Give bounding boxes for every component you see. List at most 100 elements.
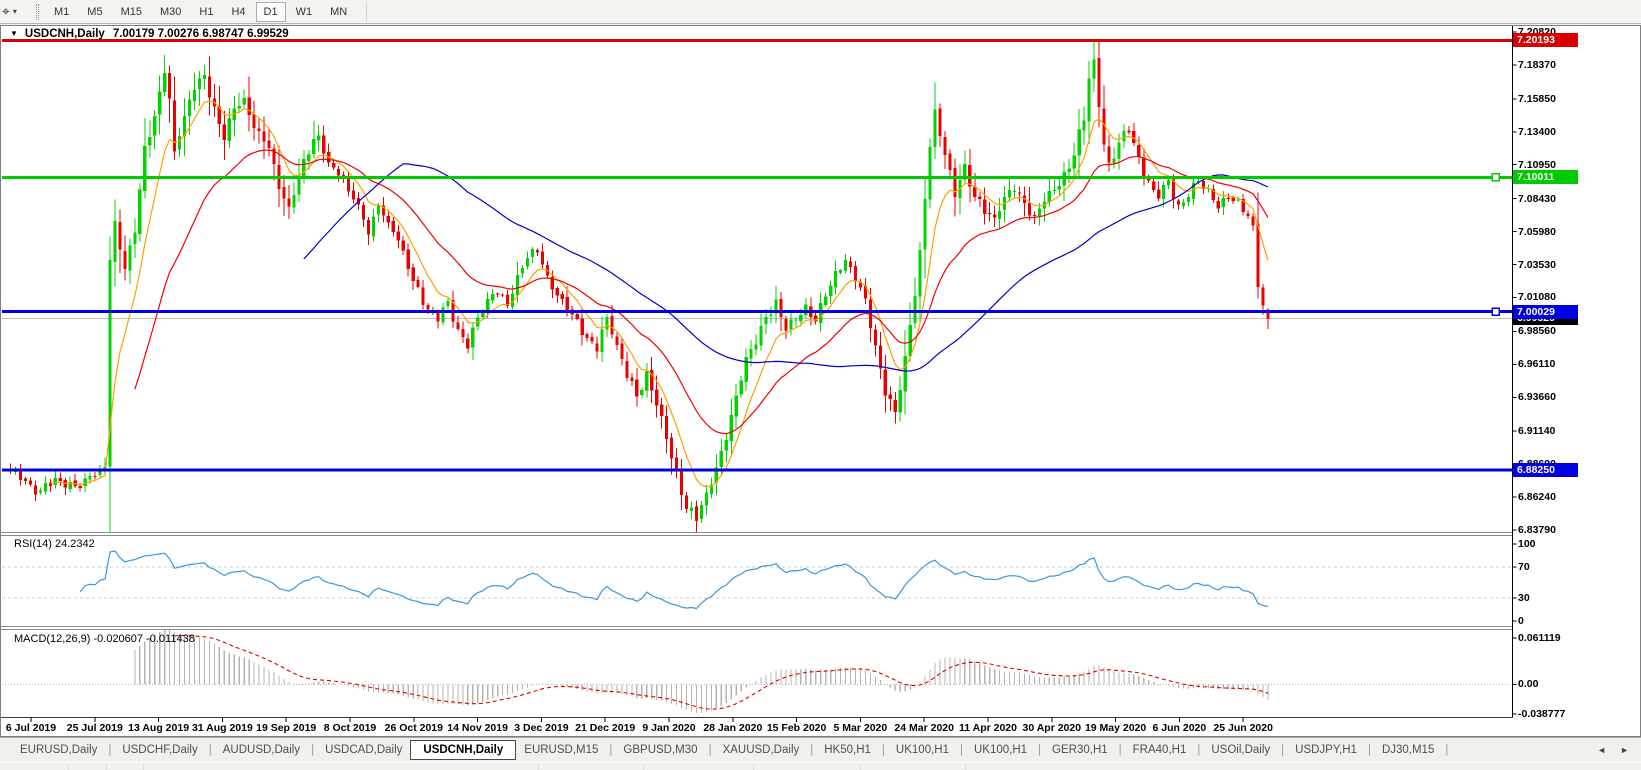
date-axis-label: 31 Aug 2019 <box>191 722 253 734</box>
date-axis-label: 25 Jun 2020 <box>1213 722 1273 734</box>
tab-usoil-daily[interactable]: USOil,Daily <box>1203 741 1278 759</box>
ma-fast-line[interactable] <box>50 100 1269 488</box>
toolbar-grip <box>36 3 39 20</box>
timeframe-button-m30[interactable]: M30 <box>152 2 189 22</box>
price-axis-label: 6.86240 <box>1518 491 1556 504</box>
tab-audusd-daily[interactable]: AUDUSD,Daily <box>215 741 308 759</box>
hline-handle[interactable] <box>1491 173 1500 182</box>
date-axis-label: 25 Jul 2019 <box>66 722 123 734</box>
macd-axis-label: 0.061119 <box>1518 632 1561 644</box>
candles-layer[interactable] <box>9 40 1270 534</box>
price-axis-label: 7.13400 <box>1518 125 1556 138</box>
hline-price-badge[interactable]: 7.00029 <box>1513 304 1578 319</box>
tab-separator: | <box>1038 744 1042 756</box>
tab-separator: | <box>311 744 315 756</box>
timeframe-button-h4[interactable]: H4 <box>223 2 253 22</box>
tab-usdcnh-daily[interactable]: USDCNH,Daily <box>410 740 517 760</box>
tab-hk50-h1[interactable]: HK50,H1 <box>816 741 879 759</box>
chart-title: ▼ USDCNH,Daily 7.00179 7.00276 6.98747 6.9… <box>10 28 289 40</box>
scroll-tabs-left-icon[interactable]: ◄ <box>1597 745 1606 755</box>
rsi-line[interactable] <box>79 550 1269 610</box>
date-axis-label: 9 Jan 2020 <box>642 722 696 734</box>
date-axis-label: 13 Aug 2019 <box>128 722 190 734</box>
status-bar-divider <box>643 764 644 770</box>
ma-mid-line[interactable] <box>134 149 1269 435</box>
moving-averages-layer[interactable] <box>50 100 1269 488</box>
tab-uk100-h1[interactable]: UK100,H1 <box>966 741 1035 759</box>
chart-tabs: EURUSD,Daily | USDCHF,Daily | AUDUSD,Daily | U… <box>12 740 1451 760</box>
tab-dj30-m15[interactable]: DJ30,M15 <box>1374 741 1442 759</box>
tab-gbpusd-m30[interactable]: GBPUSD,M30 <box>615 741 705 759</box>
status-bar-divider <box>753 764 754 770</box>
chart-window: ▼ USDCNH,Daily 7.00179 7.00276 6.98747 6.9… <box>0 25 1641 737</box>
date-axis-label: 6 Jun 2020 <box>1152 722 1207 734</box>
toolbar-separator <box>366 2 368 21</box>
status-bar-divider <box>68 764 69 770</box>
rsi-axis-label: 30 <box>1518 591 1530 604</box>
price-axis-label: 7.03530 <box>1518 258 1556 271</box>
hline-price-badge[interactable]: 6.88250 <box>1513 463 1578 478</box>
price-axis-label: 7.01080 <box>1518 291 1556 304</box>
price-axis-label: 6.96110 <box>1518 358 1556 371</box>
window-menu-icon[interactable]: ▼ <box>10 29 18 38</box>
chart-symbol-period: USDCNH,Daily <box>24 28 105 40</box>
date-axis-label: 21 Dec 2019 <box>575 722 636 734</box>
chart-tab-bar: EURUSD,Daily | USDCHF,Daily | AUDUSD,Daily | U… <box>0 737 1641 762</box>
tab-eurusd-daily[interactable]: EURUSD,Daily <box>12 741 105 759</box>
price-axis-label: 7.10950 <box>1518 158 1556 171</box>
date-axis-label: 3 Dec 2019 <box>514 722 569 734</box>
tab-separator: | <box>1118 744 1122 756</box>
tab-ger30-h1[interactable]: GER30,H1 <box>1044 741 1116 759</box>
status-bar-divider <box>143 764 144 770</box>
horizontal-lines-layer[interactable] <box>2 38 1513 472</box>
hline-handle[interactable] <box>1491 307 1500 316</box>
timeframe-button-w1[interactable]: W1 <box>288 2 321 22</box>
price-axis-label: 6.83790 <box>1518 524 1556 536</box>
tab-fra40-h1[interactable]: FRA40,H1 <box>1125 741 1195 759</box>
timeframe-button-m15[interactable]: M15 <box>113 2 150 22</box>
date-axis-label: 11 Apr 2020 <box>959 722 1017 734</box>
tab-usdcad-daily[interactable]: USDCAD,Daily <box>317 741 410 759</box>
rsi-level-lines <box>2 566 1511 599</box>
timeframe-button-h1[interactable]: H1 <box>191 2 221 22</box>
rsi-name: RSI(14) <box>14 538 52 550</box>
tab-xauusd-daily[interactable]: XAUUSD,Daily <box>715 741 808 759</box>
tab-separator: | <box>1197 744 1201 756</box>
ma-slow-line[interactable] <box>303 163 1269 372</box>
macd-axis-label: 0.00 <box>1518 678 1539 691</box>
status-bar <box>0 762 1641 770</box>
rsi-line-layer[interactable] <box>79 550 1269 610</box>
tab-separator: | <box>1445 744 1449 756</box>
timeframe-button-mn[interactable]: MN <box>322 2 355 22</box>
rsi-axis-label: 100 <box>1518 538 1536 550</box>
date-axis-label: 8 Oct 2019 <box>323 722 377 734</box>
macd-main-value: -0.020607 <box>93 633 144 645</box>
chart-canvas[interactable] <box>1 26 1641 737</box>
tab-scroll-arrows: ◄ ► <box>1583 745 1629 755</box>
date-axis-label: 26 Oct 2019 <box>384 722 443 734</box>
tab-eurusd-m15[interactable]: EURUSD,M15 <box>516 741 606 759</box>
tab-separator: | <box>708 744 712 756</box>
timeframe-button-d1[interactable]: D1 <box>255 1 286 22</box>
timeframe-button-m1[interactable]: M1 <box>46 2 77 22</box>
date-axis-label: 19 Sep 2019 <box>256 722 317 734</box>
timeframe-button-m5[interactable]: M5 <box>79 2 110 22</box>
tab-uk100-h1[interactable]: UK100,H1 <box>888 741 957 759</box>
price-axis-label: 7.18370 <box>1518 58 1556 71</box>
mt4-terminal: { "toolbar": { "timeframes": ["M1","M5",… <box>0 0 1641 770</box>
scroll-tabs-right-icon[interactable]: ► <box>1620 745 1629 755</box>
tab-separator: | <box>959 744 963 756</box>
pointer-tool-group[interactable]: ⌖ ▾ <box>0 0 34 23</box>
crosshair-cursor-icon[interactable]: ⌖ <box>2 3 10 20</box>
hline-price-badge[interactable]: 7.10011 <box>1513 170 1578 185</box>
hline-price-badge[interactable]: 7.20193 <box>1513 33 1578 48</box>
macd-signal-value: -0.011438 <box>146 633 195 645</box>
dropdown-caret-icon[interactable]: ▾ <box>13 7 17 16</box>
tab-usdchf-daily[interactable]: USDCHF,Daily <box>114 741 205 759</box>
tab-usdjpy-h1[interactable]: USDJPY,H1 <box>1287 741 1365 759</box>
date-axis-label: 6 Jul 2019 <box>5 722 57 734</box>
tab-separator: | <box>881 744 885 756</box>
tab-separator: | <box>1281 744 1285 756</box>
tab-separator: | <box>208 744 212 756</box>
chart-ohlc-values: 7.00179 7.00276 6.98747 6.99529 <box>112 28 289 40</box>
